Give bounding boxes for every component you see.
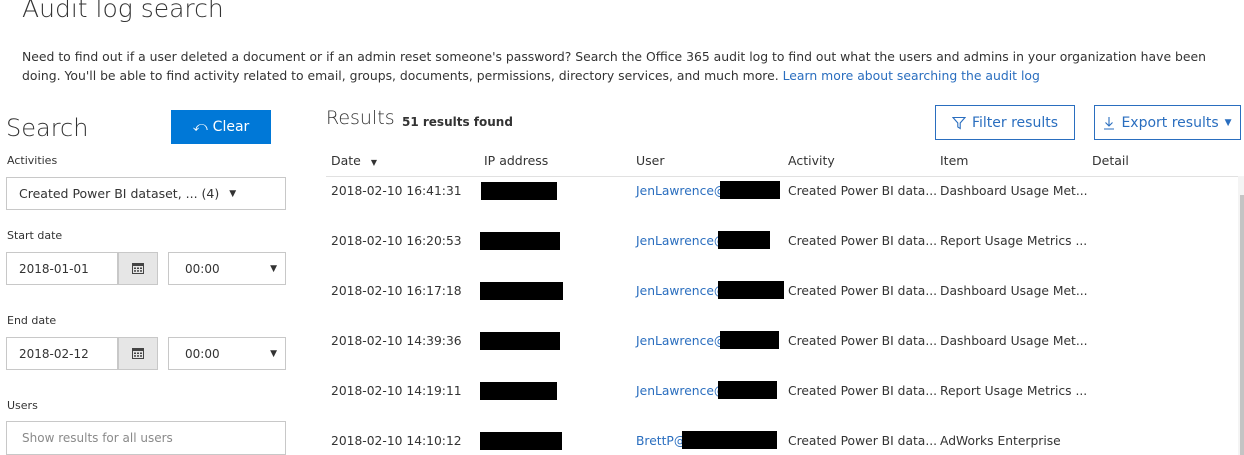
clear-label: Clear xyxy=(212,119,250,135)
cell-user[interactable]: JenLawrence@ xyxy=(636,384,726,398)
results-count: 51 results found xyxy=(402,115,513,129)
filter-results-label: Filter results xyxy=(971,114,1059,131)
ip-address-redaction xyxy=(480,332,560,350)
end-time-select[interactable]: 00:00 ▼ xyxy=(168,337,286,370)
cell-date: 2018-02-10 16:20:53 xyxy=(331,234,462,248)
start-date-calendar-button[interactable] xyxy=(118,252,158,285)
filter-results-button[interactable]: Filter results xyxy=(935,105,1075,140)
cell-activity: Created Power BI data... xyxy=(788,184,938,198)
sort-down-icon: ▼ xyxy=(370,158,378,167)
cell-activity: Created Power BI data... xyxy=(788,434,938,448)
cell-user[interactable]: JenLawrence@ xyxy=(636,184,726,198)
column-header-user[interactable]: User xyxy=(636,153,665,168)
learn-more-link[interactable]: Learn more about searching the audit log xyxy=(783,68,1040,83)
results-heading: Results xyxy=(326,107,395,129)
cell-date: 2018-02-10 14:39:36 xyxy=(331,334,462,348)
users-input[interactable]: Show results for all users xyxy=(6,421,286,455)
user-domain-redaction xyxy=(720,181,780,199)
cell-item: Report Usage Metrics ... xyxy=(940,234,1088,248)
column-header-detail[interactable]: Detail xyxy=(1092,153,1129,168)
cell-activity: Created Power BI data... xyxy=(788,334,938,348)
cell-date: 2018-02-10 16:17:18 xyxy=(331,284,462,298)
start-date-input[interactable]: 2018-01-01 xyxy=(6,252,118,285)
undo-icon: ⤺ xyxy=(192,119,208,135)
user-domain-redaction xyxy=(718,381,777,399)
cell-date: 2018-02-10 16:41:31 xyxy=(331,184,462,198)
cell-activity: Created Power BI data... xyxy=(788,384,938,398)
chevron-down-icon: ▼ xyxy=(1224,117,1232,128)
chevron-down-icon: ▼ xyxy=(229,188,237,199)
end-time-value: 00:00 xyxy=(185,346,220,361)
export-results-button[interactable]: Export results ▼ xyxy=(1094,105,1241,140)
cell-item: Dashboard Usage Met... xyxy=(940,184,1088,198)
ip-address-redaction xyxy=(480,382,557,400)
chevron-down-icon: ▼ xyxy=(270,263,277,274)
start-time-value: 00:00 xyxy=(185,261,220,276)
activities-value: Created Power BI dataset, ... (4) xyxy=(19,186,220,201)
ip-address-redaction xyxy=(480,432,562,450)
column-header-item[interactable]: Item xyxy=(940,153,968,168)
column-header-date-label: Date xyxy=(331,153,361,168)
activities-dropdown[interactable]: Created Power BI dataset, ... (4) ▼ xyxy=(6,177,286,210)
calendar-icon xyxy=(132,263,144,274)
cell-date: 2018-02-10 14:19:11 xyxy=(331,384,462,398)
filter-icon xyxy=(951,116,966,129)
cell-user[interactable]: BrettP@ xyxy=(636,434,686,448)
clear-button[interactable]: ⤺ Clear xyxy=(171,110,271,144)
calendar-icon xyxy=(132,348,144,359)
cell-activity: Created Power BI data... xyxy=(788,284,938,298)
activities-label: Activities xyxy=(7,154,58,167)
cell-activity: Created Power BI data... xyxy=(788,234,938,248)
column-header-activity[interactable]: Activity xyxy=(788,153,835,168)
end-date-label: End date xyxy=(7,314,57,327)
ip-address-redaction xyxy=(481,182,557,200)
column-header-ip[interactable]: IP address xyxy=(484,153,548,168)
cell-item: Dashboard Usage Met... xyxy=(940,284,1088,298)
user-domain-redaction xyxy=(682,431,777,449)
cell-user[interactable]: JenLawrence@ xyxy=(636,234,726,248)
start-date-label: Start date xyxy=(7,229,63,242)
users-label: Users xyxy=(7,399,38,412)
chevron-down-icon: ▼ xyxy=(270,348,277,359)
export-results-label: Export results xyxy=(1121,114,1219,131)
page-title: Audit log search xyxy=(22,0,224,23)
cell-date: 2018-02-10 14:10:12 xyxy=(331,434,462,448)
cell-item: Report Usage Metrics ... xyxy=(940,384,1088,398)
cell-user[interactable]: JenLawrence@ xyxy=(636,284,726,298)
end-date-input[interactable]: 2018-02-12 xyxy=(6,337,118,370)
download-icon xyxy=(1104,116,1115,130)
cell-item: Dashboard Usage Met... xyxy=(940,334,1088,348)
user-domain-redaction xyxy=(720,331,779,349)
end-date-calendar-button[interactable] xyxy=(118,337,158,370)
intro-text: Need to find out if a user deleted a doc… xyxy=(22,47,1244,85)
search-heading: Search xyxy=(6,114,89,142)
ip-address-redaction xyxy=(480,232,560,250)
start-time-select[interactable]: 00:00 ▼ xyxy=(168,252,286,285)
ip-address-redaction xyxy=(480,282,563,300)
scrollbar-thumb[interactable] xyxy=(1240,195,1244,455)
column-header-date[interactable]: Date ▼ xyxy=(331,153,377,168)
cell-user[interactable]: JenLawrence@ xyxy=(636,334,726,348)
cell-item: AdWorks Enterprise xyxy=(940,434,1061,448)
user-domain-redaction xyxy=(718,231,770,249)
user-domain-redaction xyxy=(718,281,784,299)
header-divider xyxy=(326,176,1244,177)
